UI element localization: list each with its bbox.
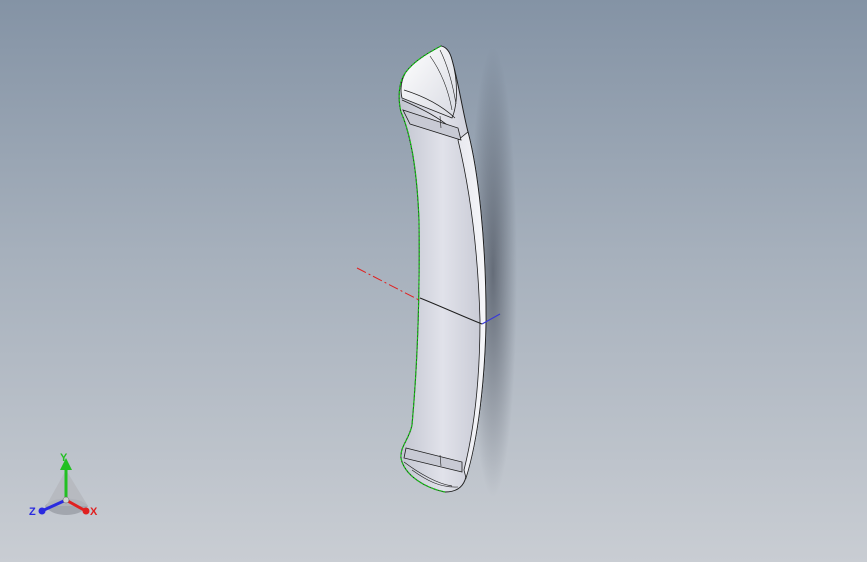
- origin-x-axis: [356, 267, 420, 301]
- triad-x-tip: [82, 507, 90, 515]
- handle-part[interactable]: [398, 45, 487, 493]
- triad-y-label: Y: [60, 452, 68, 464]
- model-canvas[interactable]: Y X Z: [0, 0, 867, 562]
- orientation-triad[interactable]: Y X Z: [29, 452, 98, 518]
- triad-center: [62, 496, 70, 504]
- triad-z-tip: [38, 507, 46, 515]
- graphics-viewport[interactable]: Y X Z: [0, 0, 867, 562]
- triad-z-label: Z: [29, 506, 36, 518]
- triad-x-label: X: [90, 506, 98, 518]
